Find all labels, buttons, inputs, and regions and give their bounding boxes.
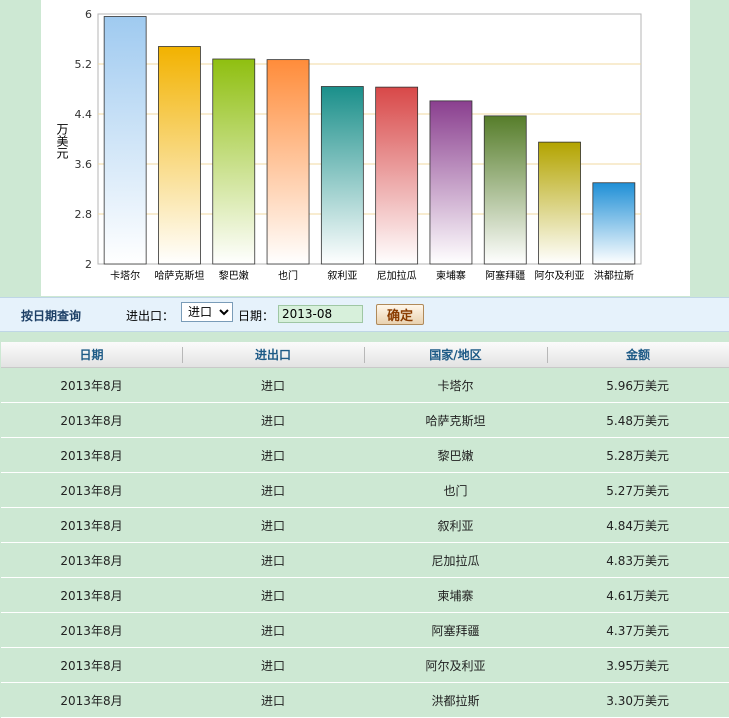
column-header-date: 日期	[1, 342, 182, 368]
cell-country: 卡塔尔	[364, 367, 547, 403]
cell-date: 2013年8月	[1, 402, 182, 438]
table-row: 2013年8月 进口 洪都拉斯 3.30万美元	[1, 682, 729, 718]
cell-date: 2013年8月	[1, 577, 182, 613]
cell-date: 2013年8月	[1, 507, 182, 543]
cell-date: 2013年8月	[1, 612, 182, 648]
x-tick-label: 黎巴嫩	[219, 269, 249, 282]
y-tick-label: 4.4	[75, 108, 93, 121]
cell-date: 2013年8月	[1, 647, 182, 683]
query-title: 按日期查询	[21, 309, 82, 323]
x-tick-label: 卡塔尔	[110, 269, 140, 282]
cell-io: 进口	[182, 682, 364, 718]
cell-country: 黎巴嫩	[364, 437, 547, 473]
bar[interactable]	[429, 100, 473, 265]
cell-country: 柬埔寨	[364, 577, 547, 613]
bar-chart: 2 2.8 3.6 4.4 5.2 6 万美元卡塔尔 哈萨克斯坦 黎巴嫩 也门 叙利亚 尼加拉瓜 柬埔寨…	[55, 8, 642, 282]
table-row: 2013年8月 进口 哈萨克斯坦 5.48万美元	[1, 402, 729, 438]
cell-amount: 5.27万美元	[547, 472, 729, 508]
cell-amount: 4.61万美元	[547, 577, 729, 613]
cell-amount: 4.37万美元	[547, 612, 729, 648]
cell-date: 2013年8月	[1, 682, 182, 718]
cell-amount: 3.30万美元	[547, 682, 729, 718]
bar[interactable]	[538, 141, 581, 265]
x-tick-label: 阿塞拜疆	[485, 269, 525, 282]
y-tick-label: 3.6	[75, 158, 93, 171]
cell-io: 进口	[182, 437, 364, 473]
table-row: 2013年8月 进口 黎巴嫩 5.28万美元	[1, 437, 729, 473]
chart-panel: 2 2.8 3.6 4.4 5.2 6 万美元卡塔尔 哈萨克斯坦 黎巴嫩 也门 叙利亚 尼加拉瓜 柬埔寨…	[41, 0, 690, 296]
bar[interactable]	[212, 58, 256, 265]
cell-io: 进口	[182, 402, 364, 438]
x-tick-label: 哈萨克斯坦	[154, 269, 204, 282]
confirm-button[interactable]: 确定	[376, 304, 424, 325]
cell-io: 进口	[182, 542, 364, 578]
cell-country: 洪都拉斯	[364, 682, 547, 718]
bar[interactable]	[266, 59, 310, 265]
io-select[interactable]: 进口	[181, 302, 233, 322]
table-header-row: 日期 进出口 国家/地区 金额	[1, 342, 729, 368]
cell-amount: 5.28万美元	[547, 437, 729, 473]
cell-date: 2013年8月	[1, 542, 182, 578]
table-row: 2013年8月 进口 阿塞拜疆 4.37万美元	[1, 612, 729, 648]
y-tick-label: 2.8	[75, 208, 93, 221]
cell-io: 进口	[182, 367, 364, 403]
x-tick-label: 洪都拉斯	[594, 269, 634, 282]
cell-io: 进口	[182, 577, 364, 613]
x-tick-label: 阿尔及利亚	[535, 269, 585, 282]
bar[interactable]	[320, 86, 364, 265]
query-bar: 按日期查询 进出口： 进口 日期： 确定	[0, 297, 729, 332]
cell-country: 也门	[364, 472, 547, 508]
column-header-country: 国家/地区	[364, 342, 547, 368]
y-axis-label: 万美元	[55, 123, 69, 160]
date-label: 日期：	[238, 309, 275, 323]
cell-date: 2013年8月	[1, 367, 182, 403]
table-row: 2013年8月 进口 尼加拉瓜 4.83万美元	[1, 542, 729, 578]
column-header-io: 进出口	[182, 342, 364, 368]
cell-country: 阿塞拜疆	[364, 612, 547, 648]
column-header-amount: 金额	[547, 342, 729, 368]
cell-amount: 3.95万美元	[547, 647, 729, 683]
cell-country: 叙利亚	[364, 507, 547, 543]
y-tick-label: 2	[85, 258, 92, 271]
y-tick-label: 6	[85, 8, 92, 21]
bar[interactable]	[158, 46, 201, 265]
x-tick-label: 尼加拉瓜	[377, 269, 417, 282]
table-row: 2013年8月 进口 叙利亚 4.84万美元	[1, 507, 729, 543]
io-label: 进出口：	[126, 309, 175, 323]
bar[interactable]	[375, 86, 419, 265]
x-tick-label: 也门	[278, 269, 298, 282]
table-row: 2013年8月 进口 阿尔及利亚 3.95万美元	[1, 647, 729, 683]
cell-io: 进口	[182, 647, 364, 683]
cell-date: 2013年8月	[1, 437, 182, 473]
cell-amount: 4.84万美元	[547, 507, 729, 543]
cell-io: 进口	[182, 472, 364, 508]
x-tick-label: 叙利亚	[327, 269, 357, 282]
bar[interactable]	[483, 115, 527, 265]
bar[interactable]	[592, 182, 636, 265]
cell-io: 进口	[182, 612, 364, 648]
date-input[interactable]	[278, 305, 363, 323]
table-row: 2013年8月 进口 柬埔寨 4.61万美元	[1, 577, 729, 613]
cell-io: 进口	[182, 507, 364, 543]
data-table: 日期 进出口 国家/地区 金额 2013年8月 进口 卡塔尔 5.96万美元 2013年…	[1, 342, 729, 718]
cell-country: 尼加拉瓜	[364, 542, 547, 578]
cell-amount: 5.48万美元	[547, 402, 729, 438]
cell-country: 哈萨克斯坦	[364, 402, 547, 438]
y-tick-label: 5.2	[75, 58, 93, 71]
cell-amount: 5.96万美元	[547, 367, 729, 403]
cell-amount: 4.83万美元	[547, 542, 729, 578]
bar[interactable]	[103, 16, 147, 265]
table-row: 2013年8月 进口 卡塔尔 5.96万美元	[1, 367, 729, 403]
table-row: 2013年8月 进口 也门 5.27万美元	[1, 472, 729, 508]
cell-date: 2013年8月	[1, 472, 182, 508]
cell-country: 阿尔及利亚	[364, 647, 547, 683]
x-tick-label: 柬埔寨	[436, 269, 466, 282]
